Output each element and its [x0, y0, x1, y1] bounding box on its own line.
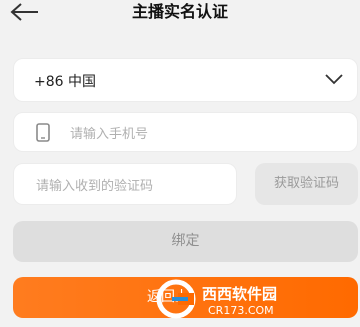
code-field: [13, 163, 237, 205]
country-select[interactable]: +86 中国: [13, 58, 358, 102]
watermark-brand: 西西软件园: [202, 285, 278, 303]
phone-input[interactable]: [68, 123, 342, 145]
watermark-logo-icon: [156, 279, 196, 319]
phone-field: [13, 112, 358, 152]
country-value: +86 中国: [34, 74, 96, 90]
code-input[interactable]: [34, 175, 228, 197]
get-code-button[interactable]: 获取验证码: [255, 163, 358, 205]
page-title: 主播实名认证: [131, 2, 228, 21]
watermark-url: CR173.COM: [208, 304, 274, 317]
chevron-down-icon: [325, 74, 343, 85]
header: 主播实名认证: [0, 0, 360, 28]
bind-button[interactable]: 绑定: [13, 221, 358, 262]
phone-icon: [36, 123, 50, 142]
watermark: 西西软件园 CR173.COM: [150, 275, 360, 327]
